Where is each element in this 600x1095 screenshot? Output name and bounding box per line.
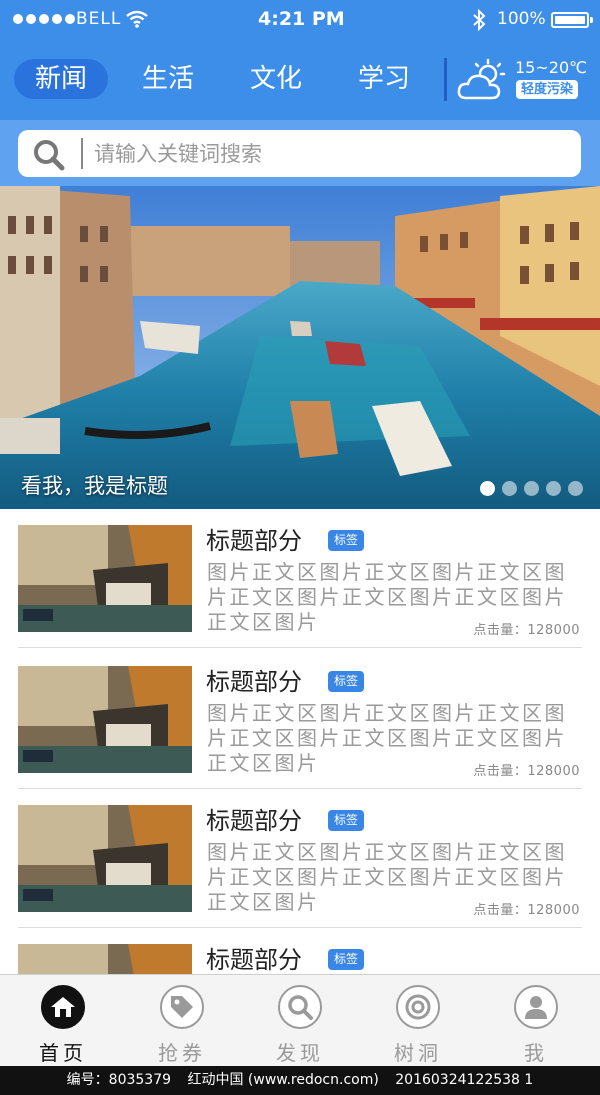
list-item[interactable]: 标题部分 标签 图片正文区图片正文区图片正文区图片正文区图片正文区图片正文区图片… [0,789,600,928]
home-icon[interactable] [41,985,85,1029]
footer-site: 红动中国 (www.redocn.com) [187,1072,379,1088]
item-tag: 标签 [328,671,365,692]
air-quality-badge: 轻度污染 [516,80,579,99]
watermark-footer: 编号：8035379 红动中国 (www.redocn.com) 2016032… [0,1066,600,1095]
tab-culture[interactable]: 文化 [229,59,323,99]
click-count: 点击量：128000 [473,623,580,638]
click-count: 点击量：128000 [473,903,580,918]
tab-study[interactable]: 学习 [337,59,431,99]
item-title: 标题部分 [206,668,302,696]
list-item[interactable]: 标题部分 标签 图片正文区图片正文区图片正文区图片正文区图片正文区图片正文区图片… [0,509,600,648]
carousel-dot[interactable] [480,481,495,496]
news-list: 标题部分 标签 图片正文区图片正文区图片正文区图片正文区图片正文区图片正文区图片… [0,509,600,974]
nav-label-discover: 发现 [276,1041,324,1065]
app-header: BELL 4:21 PM 100% 新闻 生活 文化 学习 15~20℃ 轻度污… [0,0,600,186]
tab-news[interactable]: 新闻 [14,59,108,99]
banner-carousel[interactable]: 看我，我是标题 [0,186,600,509]
nav-treehole[interactable]: 树洞 [358,975,478,1067]
temperature: 15~20℃ [515,58,588,77]
bluetooth-icon [472,8,486,35]
search-input[interactable] [94,136,564,171]
carrier-name: BELL [76,9,122,29]
list-item[interactable]: 标题部分 标签 图片正文区图片正文区图片正文区图片正文区图片正文区图片正文区图片… [0,650,600,789]
clock: 4:21 PM [258,8,345,30]
nav-label-me: 我 [524,1041,548,1065]
nav-me[interactable]: 我 [476,975,596,1067]
nav-label-treehole: 树洞 [394,1041,442,1065]
carousel-dot[interactable] [546,481,561,496]
tab-life[interactable]: 生活 [121,59,215,99]
search-divider [81,138,83,169]
carousel-indicators [480,481,583,496]
wifi-icon [126,10,148,32]
search-bar[interactable] [18,130,581,177]
item-tag: 标签 [328,530,365,551]
thumbnail-image [18,525,192,632]
nav-home[interactable]: 首页 [3,975,123,1067]
target-icon[interactable] [396,985,440,1029]
battery-icon [551,12,589,28]
carousel-dot[interactable] [524,481,539,496]
banner-image [0,186,600,509]
nav-discover[interactable]: 发现 [240,975,360,1067]
bottom-navigation: 首页 抢券 发现 树洞 我 [0,974,600,1066]
thumbnail-image [18,666,192,773]
search-area [0,120,600,186]
tag-icon[interactable] [160,985,204,1029]
carousel-dot[interactable] [502,481,517,496]
nav-label-coupons: 抢券 [158,1041,206,1065]
tab-divider [444,58,447,101]
footer-date: 20160324122538 1 [395,1072,534,1088]
thumbnail-image [18,805,192,912]
nav-label-home: 首页 [39,1041,87,1065]
item-tag: 标签 [328,949,365,970]
search-icon[interactable] [278,985,322,1029]
nav-coupons[interactable]: 抢券 [122,975,242,1067]
item-tag: 标签 [328,810,365,831]
list-item[interactable]: 标题部分 标签 [0,928,600,974]
click-count: 点击量：128000 [473,764,580,779]
category-tabs: 新闻 生活 文化 学习 [0,54,440,104]
carousel-dot[interactable] [568,481,583,496]
signal-strength-icon [13,14,75,24]
footer-id: 编号：8035379 [66,1072,172,1088]
battery-tip [590,17,593,23]
item-title: 标题部分 [206,946,302,974]
user-icon[interactable] [514,985,558,1029]
thumbnail-image [18,944,192,974]
item-title: 标题部分 [206,807,302,835]
divider [18,647,582,648]
partly-cloudy-icon [456,58,510,106]
banner-caption[interactable]: 看我，我是标题 [21,470,168,500]
battery-percentage: 100% [497,9,546,29]
search-icon[interactable] [32,139,68,175]
item-title: 标题部分 [206,527,302,555]
status-bar: BELL 4:21 PM 100% [0,0,600,40]
